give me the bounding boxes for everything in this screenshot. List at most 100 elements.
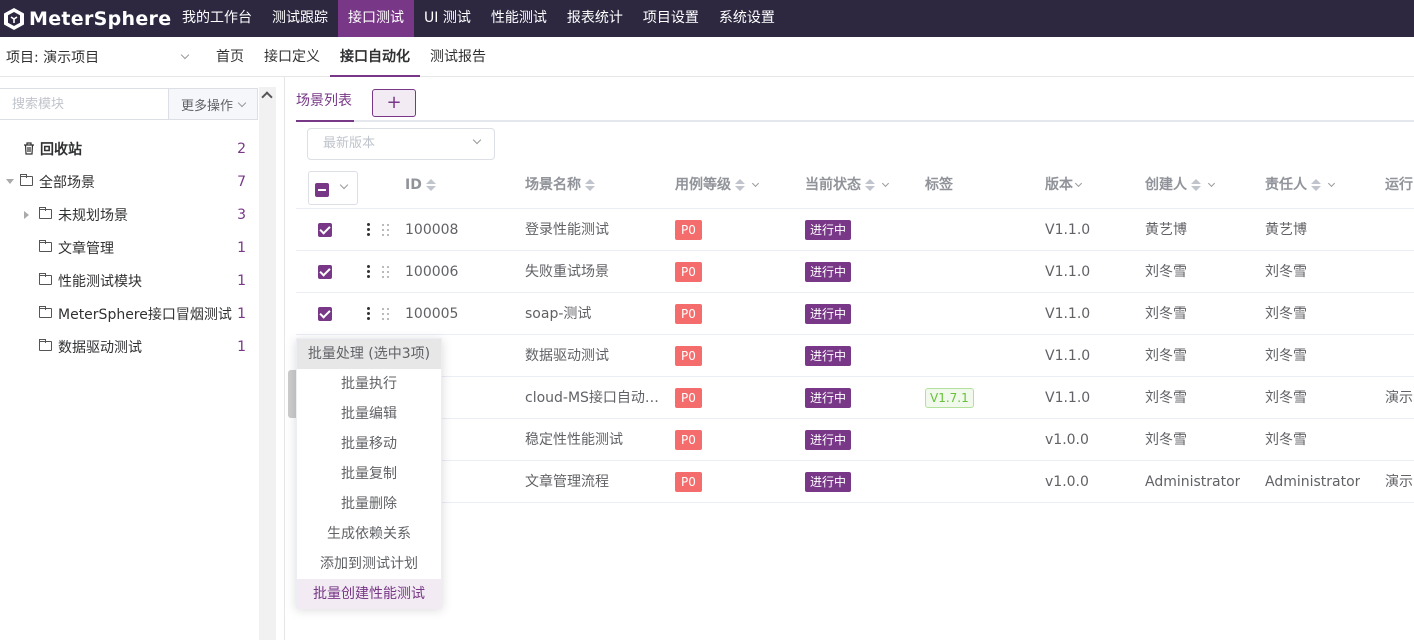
cell-owner: 刘冬雪 — [1265, 306, 1307, 322]
top-nav-item[interactable]: UI 测试 — [414, 0, 481, 37]
scroll-up-icon[interactable] — [261, 91, 273, 103]
header-name[interactable]: 场景名称 — [525, 165, 595, 209]
chevron-down-icon — [237, 98, 247, 107]
add-tab-button[interactable]: + — [372, 89, 416, 117]
table-row[interactable]: 04数据驱动测试P0进行中V1.1.0刘冬雪刘冬雪 — [296, 335, 1414, 377]
batch-menu-item[interactable]: 批量编辑 — [297, 399, 441, 429]
sort-icon[interactable] — [425, 179, 436, 191]
top-nav-item[interactable]: 项目设置 — [633, 0, 709, 37]
batch-menu-item[interactable]: 添加到测试计划 — [297, 549, 441, 579]
sort-icon[interactable] — [1311, 179, 1321, 191]
tree-item[interactable]: 性能测试模块 1 — [0, 264, 258, 297]
sub-nav: 首页 接口定义 接口自动化 测试报告 — [206, 37, 496, 77]
top-nav-item[interactable]: 我的工作台 — [172, 0, 262, 37]
sub-nav-item[interactable]: 首页 — [206, 37, 254, 77]
header-level[interactable]: 用例等级 — [675, 165, 760, 209]
more-operations-button[interactable]: 更多操作 — [169, 89, 257, 119]
sort-icon[interactable] — [735, 179, 745, 191]
cell-level-badge: P0 — [675, 304, 702, 324]
tree-item-count: 1 — [237, 338, 246, 355]
drag-handle-icon[interactable] — [382, 307, 390, 321]
cell-status-badge: 进行中 — [805, 304, 852, 324]
top-nav: 我的工作台 测试跟踪 接口测试 UI 测试 性能测试 报表统计 项目设置 系统设置 — [172, 0, 785, 37]
batch-menu-item[interactable]: 批量执行 — [297, 369, 441, 399]
filter-icon[interactable] — [751, 179, 760, 188]
table-row[interactable]: 03cloud-MS接口自动…P0进行中V1.7.1V1.1.0刘冬雪刘冬雪演示 — [296, 377, 1414, 419]
filter-icon[interactable] — [881, 179, 890, 188]
top-nav-item[interactable]: 报表统计 — [557, 0, 633, 37]
sort-icon[interactable] — [585, 179, 595, 191]
drag-handle-icon[interactable] — [382, 223, 390, 237]
row-checkbox[interactable] — [318, 307, 332, 321]
top-nav-item[interactable]: 性能测试 — [481, 0, 557, 37]
table-row[interactable]: 100006 失败重试场景 P0 进行中 V1.1.0 刘冬雪 刘冬雪 — [296, 251, 1414, 293]
cell-status: 进行中 — [805, 419, 852, 461]
filter-icon[interactable] — [1074, 179, 1083, 188]
batch-menu-handle[interactable] — [288, 370, 296, 418]
top-nav-item[interactable]: 系统设置 — [709, 0, 785, 37]
cell-owner: 刘冬雪 — [1265, 264, 1307, 280]
batch-menu-item[interactable]: 生成依赖关系 — [297, 519, 441, 549]
sub-nav-item[interactable]: 接口自动化 — [330, 37, 420, 77]
table-row[interactable]: 100008 登录性能测试 P0 进行中 V1.1.0 黄艺博 黄艺博 — [296, 209, 1414, 251]
cell-level-badge: P0 — [675, 430, 702, 450]
cell-name: 登录性能测试 — [525, 222, 609, 238]
header-level-label: 用例等级 — [675, 177, 731, 193]
sidebar-divider[interactable] — [284, 77, 285, 640]
tree-item[interactable]: MeterSphere接口冒烟测试 1 — [0, 297, 258, 330]
sub-nav-item[interactable]: 接口定义 — [254, 37, 330, 77]
logo[interactable]: MeterSphere — [0, 7, 172, 31]
more-actions-icon[interactable] — [367, 265, 370, 279]
tree-item[interactable]: 未规划场景 3 — [0, 198, 258, 231]
cell-status-badge: 进行中 — [805, 220, 852, 240]
table-row[interactable]: 02稳定性性能测试P0进行中v1.0.0刘冬雪刘冬雪 — [296, 419, 1414, 461]
header-version[interactable]: 版本 — [1045, 165, 1083, 209]
header-creator[interactable]: 创建人 — [1145, 165, 1216, 209]
table-row[interactable]: 01文章管理流程P0进行中v1.0.0AdministratorAdminist… — [296, 461, 1414, 503]
cell-level: P0 — [675, 419, 702, 461]
drag-handle-icon[interactable] — [382, 265, 390, 279]
table-row[interactable]: 100005 soap-测试 P0 进行中 V1.1.0 刘冬雪 刘冬雪 — [296, 293, 1414, 335]
cell-creator: 刘冬雪 — [1145, 432, 1187, 448]
more-actions-icon[interactable] — [367, 223, 370, 237]
tree-item-all-scenarios[interactable]: 全部场景 7 — [0, 165, 258, 198]
module-tree: 回收站 2 全部场景 7 未规划场景 3 文章管理 1 性能测试模块 1 MeterSphe… — [0, 132, 258, 363]
header-status[interactable]: 当前状态 — [805, 165, 890, 209]
more-actions-icon[interactable] — [367, 307, 370, 321]
tree-item[interactable]: 文章管理 1 — [0, 231, 258, 264]
tab-scenario-list[interactable]: 场景列表 — [296, 87, 354, 122]
project-select-label: 项目: 演示项目 — [6, 49, 100, 66]
top-nav-item[interactable]: 接口测试 — [338, 0, 414, 37]
top-nav-item[interactable]: 测试跟踪 — [262, 0, 338, 37]
tree-item[interactable]: 数据驱动测试 1 — [0, 330, 258, 363]
sidebar-scrollbar[interactable] — [259, 87, 276, 640]
batch-menu-item[interactable]: 批量复制 — [297, 459, 441, 489]
row-checkbox[interactable] — [318, 223, 332, 237]
select-all-dropdown[interactable] — [308, 171, 358, 205]
batch-menu-item[interactable]: 批量删除 — [297, 489, 441, 519]
row-checkbox[interactable] — [318, 265, 332, 279]
cell-owner: 刘冬雪 — [1265, 390, 1307, 406]
sort-icon[interactable] — [865, 179, 875, 191]
filter-icon[interactable] — [1207, 179, 1216, 188]
sort-icon[interactable] — [1191, 179, 1201, 191]
header-id[interactable]: ID — [405, 165, 436, 209]
project-select[interactable]: 项目: 演示项目 — [0, 47, 196, 67]
expand-right-icon[interactable] — [24, 210, 29, 219]
header-creator-label: 创建人 — [1145, 177, 1187, 193]
sub-nav-item[interactable]: 测试报告 — [420, 37, 496, 77]
version-select[interactable]: 最新版本 — [307, 128, 495, 160]
filter-icon[interactable] — [1327, 179, 1336, 188]
module-search-input[interactable] — [0, 89, 169, 119]
header-owner[interactable]: 责任人 — [1265, 165, 1336, 209]
metersphere-logo-icon — [4, 7, 24, 30]
cell-owner: 黄艺博 — [1265, 222, 1307, 238]
select-all-checkbox[interactable] — [315, 183, 329, 197]
tree-item-recycle[interactable]: 回收站 2 — [0, 132, 258, 165]
expand-down-icon[interactable] — [6, 179, 14, 184]
batch-menu-item[interactable]: 批量创建性能测试 — [297, 579, 441, 609]
cell-status-badge: 进行中 — [805, 388, 852, 408]
scenario-table: ID 场景名称 用例等级 当前状态 标签 版本 创建人 责任人 运行 10000… — [296, 165, 1414, 503]
table-header: ID 场景名称 用例等级 当前状态 标签 版本 创建人 责任人 运行 — [296, 165, 1414, 209]
batch-menu-item[interactable]: 批量移动 — [297, 429, 441, 459]
